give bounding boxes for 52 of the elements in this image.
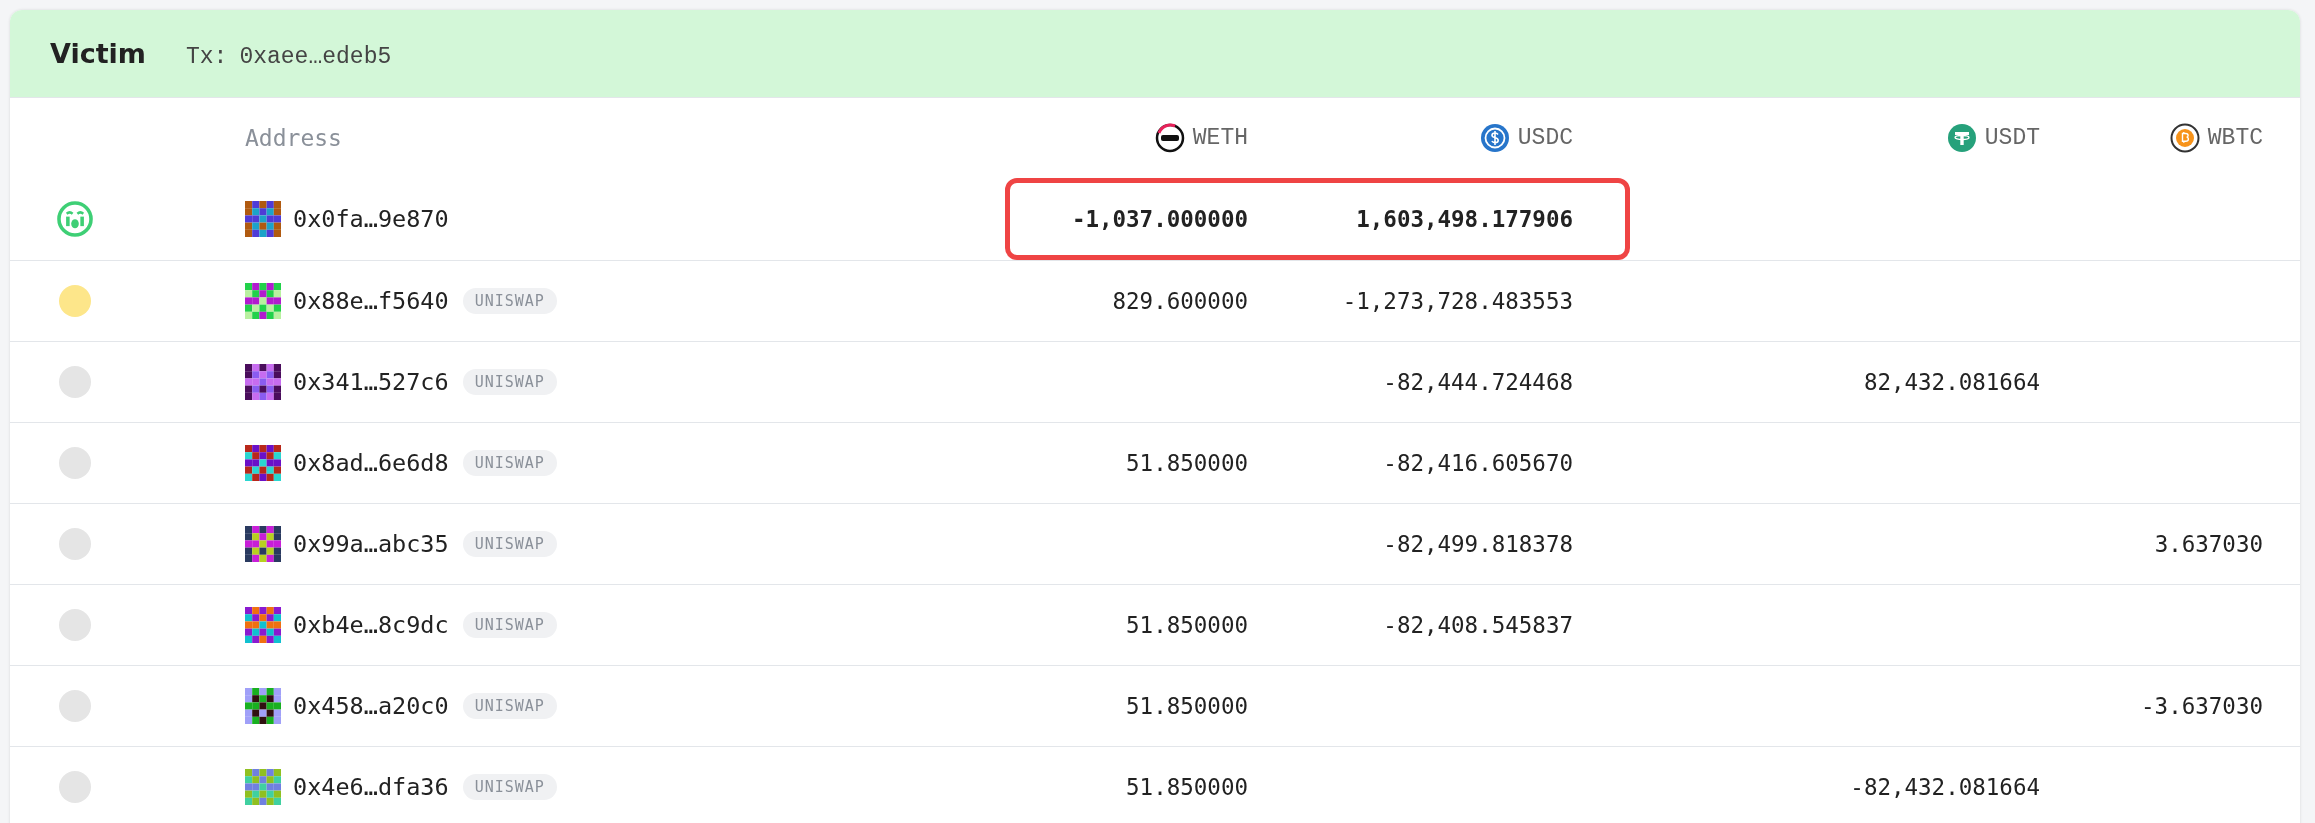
address-link[interactable]: 0xb4e…8c9dc bbox=[293, 611, 449, 639]
crying-face-icon bbox=[56, 200, 94, 238]
amount-cell: 829.600000 bbox=[1112, 288, 1248, 314]
amount-cell: -3.637030 bbox=[2141, 693, 2263, 719]
pixel-avatar-icon bbox=[245, 364, 281, 400]
tx-hash-link[interactable]: 0xaee…edeb5 bbox=[239, 43, 392, 70]
pixel-avatar-icon bbox=[245, 769, 281, 805]
protocol-tag: UNISWAP bbox=[462, 612, 557, 638]
pixel-avatar-icon bbox=[245, 445, 281, 481]
amount-cell: -82,408.545837 bbox=[1383, 612, 1573, 638]
pixel-avatar-icon bbox=[245, 201, 281, 237]
amount-cell: -1,273,728.483553 bbox=[1342, 288, 1573, 314]
pixel-avatar-icon bbox=[245, 283, 281, 319]
address-link[interactable]: 0x88e…f5640 bbox=[293, 287, 449, 315]
token-column-header: USDC bbox=[1517, 125, 1573, 151]
pixel-avatar-icon bbox=[245, 688, 281, 724]
amount-cell: 3.637030 bbox=[2154, 531, 2263, 557]
protocol-tag: UNISWAP bbox=[462, 369, 557, 395]
pixel-avatar-icon bbox=[245, 526, 281, 562]
tx-label: Tx: bbox=[186, 43, 228, 70]
protocol-tag: UNISWAP bbox=[462, 774, 557, 800]
address-link[interactable]: 0x341…527c6 bbox=[293, 368, 449, 396]
amount-cell: 82,432.081664 bbox=[1863, 369, 2040, 395]
address-link[interactable]: 0x4e6…dfa36 bbox=[293, 773, 449, 801]
amount-cell: 1,603,498.177906 bbox=[1356, 206, 1573, 232]
bitcoin-coin-icon bbox=[2169, 123, 2200, 153]
address-link[interactable]: 0x0fa…9e870 bbox=[293, 205, 449, 233]
address-link[interactable]: 0x458…a20c0 bbox=[293, 692, 449, 720]
amount-cell: 51.850000 bbox=[1126, 450, 1248, 476]
address-link[interactable]: 0x99a…abc35 bbox=[293, 530, 449, 558]
protocol-tag: UNISWAP bbox=[462, 450, 557, 476]
token-column-header: WBTC bbox=[2207, 125, 2263, 151]
protocol-tag: UNISWAP bbox=[462, 693, 557, 719]
tether-coin-icon bbox=[1946, 123, 1977, 153]
panel-title: Victim bbox=[50, 38, 146, 69]
token-column-header: USDT bbox=[1984, 125, 2040, 151]
address-link[interactable]: 0x8ad…6e6d8 bbox=[293, 449, 449, 477]
amount-cell: 51.850000 bbox=[1126, 774, 1248, 800]
protocol-tag: UNISWAP bbox=[462, 531, 557, 557]
amount-cell: 51.850000 bbox=[1126, 612, 1248, 638]
amount-cell: -82,499.818378 bbox=[1383, 531, 1573, 557]
amount-cell: -1,037.000000 bbox=[1071, 206, 1248, 232]
protocol-tag: UNISWAP bbox=[462, 288, 557, 314]
amount-cell: 51.850000 bbox=[1126, 693, 1248, 719]
pixel-avatar-icon bbox=[245, 607, 281, 643]
amount-cell: -82,416.605670 bbox=[1383, 450, 1573, 476]
token-column-header: WETH bbox=[1192, 125, 1248, 151]
dollar-coin-icon bbox=[1479, 123, 1510, 153]
address-column-header: Address bbox=[245, 125, 343, 151]
amount-cell: -82,444.724468 bbox=[1383, 369, 1573, 395]
amount-cell: -82,432.081664 bbox=[1850, 774, 2040, 800]
token-icon bbox=[1154, 123, 1185, 153]
